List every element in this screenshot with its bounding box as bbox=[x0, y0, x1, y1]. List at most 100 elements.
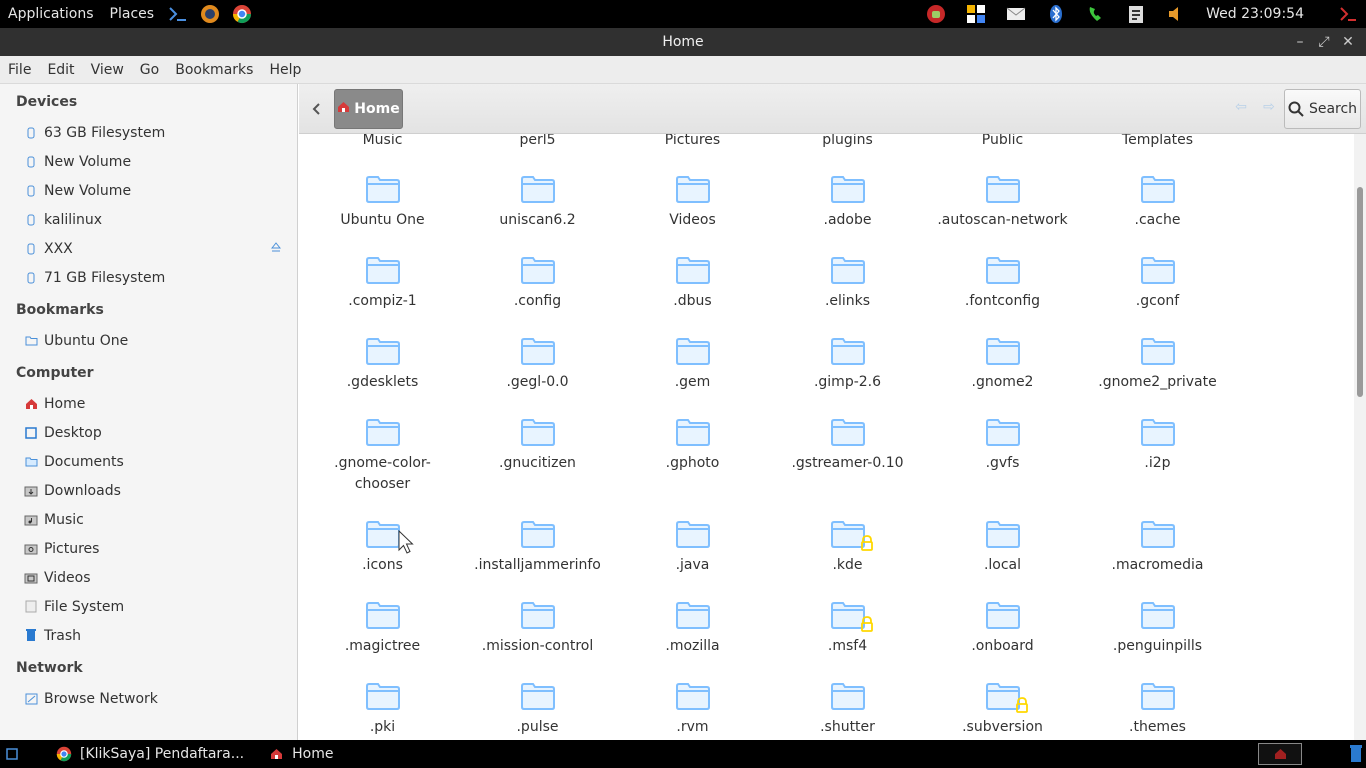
folder-item[interactable]: .onboard bbox=[925, 600, 1080, 657]
trash-applet-icon[interactable] bbox=[1350, 745, 1362, 767]
folder-item[interactable]: .mission-control bbox=[460, 600, 615, 657]
folder-item[interactable]: .local bbox=[925, 519, 1080, 576]
minimize-button[interactable]: – bbox=[1288, 28, 1312, 56]
sidebar-item-file-system[interactable]: File System bbox=[0, 592, 297, 621]
sidebar-item-videos[interactable]: Videos bbox=[0, 563, 297, 592]
folder-item[interactable]: .gegl-0.0 bbox=[460, 336, 615, 393]
sidebar-item-kalilinux[interactable]: kalilinux bbox=[0, 205, 297, 234]
window-titlebar[interactable]: Home – ⤢ ✕ bbox=[0, 28, 1366, 56]
folder-item[interactable]: .gstreamer-0.10 bbox=[770, 417, 925, 474]
folder-item[interactable]: .gnome-color-chooser bbox=[305, 417, 460, 495]
folder-label[interactable]: plugins bbox=[770, 134, 925, 148]
menu-help[interactable]: Help bbox=[261, 62, 309, 78]
maximize-button[interactable]: ⤢ bbox=[1312, 28, 1336, 56]
folder-item[interactable]: .magictree bbox=[305, 600, 460, 657]
folder-item[interactable]: .gimp-2.6 bbox=[770, 336, 925, 393]
sidebar-item-63gb-filesystem[interactable]: 63 GB Filesystem bbox=[0, 118, 297, 147]
folder-item[interactable]: .rvm bbox=[615, 681, 770, 738]
folder-item[interactable]: .i2p bbox=[1080, 417, 1235, 474]
file-view[interactable]: Music perl5 Pictures plugins Public Templates… bbox=[299, 134, 1354, 740]
folder-item[interactable]: .installjammerinfo bbox=[460, 519, 615, 576]
folder-item[interactable]: .gnome2_private bbox=[1080, 336, 1235, 393]
folder-item[interactable]: .shutter bbox=[770, 681, 925, 738]
folder-item[interactable]: .gphoto bbox=[615, 417, 770, 474]
folder-item[interactable]: .gconf bbox=[1080, 255, 1235, 312]
folder-item[interactable]: .autoscan-network bbox=[925, 174, 1080, 231]
menu-bookmarks[interactable]: Bookmarks bbox=[167, 62, 261, 78]
folder-item[interactable]: .java bbox=[615, 519, 770, 576]
places-menu[interactable]: Places bbox=[102, 6, 163, 22]
arrow-right-icon[interactable]: ⇨ bbox=[1255, 99, 1283, 115]
terminal-launcher-icon[interactable] bbox=[167, 3, 189, 25]
clipboard-icon[interactable] bbox=[1124, 3, 1148, 25]
folder-item[interactable]: .gnome2 bbox=[925, 336, 1080, 393]
path-bar-home[interactable]: Home bbox=[334, 89, 403, 129]
menu-go[interactable]: Go bbox=[132, 62, 167, 78]
folder-item[interactable]: .msf4 bbox=[770, 600, 925, 657]
mail-icon[interactable] bbox=[1004, 3, 1028, 25]
sidebar-item-home[interactable]: Home bbox=[0, 389, 297, 418]
phone-icon[interactable] bbox=[1084, 3, 1108, 25]
menu-view[interactable]: View bbox=[83, 62, 132, 78]
folder-item[interactable]: .dbus bbox=[615, 255, 770, 312]
task-home-window[interactable]: Home bbox=[260, 740, 341, 768]
folder-item[interactable]: .kde bbox=[770, 519, 925, 576]
folder-item[interactable]: .mozilla bbox=[615, 600, 770, 657]
folder-item[interactable]: .gvfs bbox=[925, 417, 1080, 474]
terminal-tray-icon[interactable] bbox=[1336, 3, 1360, 25]
firefox-launcher-icon[interactable] bbox=[199, 3, 221, 25]
folder-label[interactable]: Pictures bbox=[615, 134, 770, 148]
task-chrome-window[interactable]: [KlikSaya] Pendaftara... bbox=[48, 740, 252, 768]
folder-item[interactable]: .pki bbox=[305, 681, 460, 738]
sidebar-item-new-volume[interactable]: New Volume bbox=[0, 147, 297, 176]
sidebar-item-music[interactable]: Music bbox=[0, 505, 297, 534]
eject-icon[interactable] bbox=[270, 242, 282, 258]
workspace-switcher[interactable] bbox=[1258, 743, 1302, 765]
menu-file[interactable]: File bbox=[0, 62, 39, 78]
folder-item[interactable]: .compiz-1 bbox=[305, 255, 460, 312]
folder-item[interactable]: .subversion bbox=[925, 681, 1080, 738]
sidebar-item-browse-network[interactable]: Browse Network bbox=[0, 684, 297, 713]
folder-item[interactable]: .elinks bbox=[770, 255, 925, 312]
sidebar-item-desktop[interactable]: Desktop bbox=[0, 418, 297, 447]
sidebar-item-trash[interactable]: Trash bbox=[0, 621, 297, 650]
applications-menu[interactable]: Applications bbox=[0, 6, 102, 22]
folder-item[interactable]: .penguinpills bbox=[1080, 600, 1235, 657]
sidebar-item-documents[interactable]: Documents bbox=[0, 447, 297, 476]
folder-item[interactable]: Videos bbox=[615, 174, 770, 231]
clock[interactable]: Wed 23:09:54 bbox=[1206, 6, 1304, 22]
folder-item[interactable]: uniscan6.2 bbox=[460, 174, 615, 231]
sidebar-item-ubuntu-one[interactable]: Ubuntu One bbox=[0, 326, 297, 355]
close-button[interactable]: ✕ bbox=[1336, 28, 1360, 56]
folder-label[interactable]: perl5 bbox=[460, 134, 615, 148]
folder-item[interactable]: .adobe bbox=[770, 174, 925, 231]
show-desktop-button[interactable] bbox=[0, 740, 26, 768]
chrome-launcher-icon[interactable] bbox=[231, 3, 253, 25]
volume-icon[interactable] bbox=[1164, 3, 1188, 25]
folder-item[interactable]: .pulse bbox=[460, 681, 615, 738]
sidebar-item-xxx[interactable]: XXX bbox=[0, 234, 297, 263]
folder-item[interactable]: .fontconfig bbox=[925, 255, 1080, 312]
search-button[interactable]: Search bbox=[1284, 89, 1361, 129]
sidebar-item-downloads[interactable]: Downloads bbox=[0, 476, 297, 505]
android-tray-icon[interactable] bbox=[924, 3, 948, 25]
sidebar-item-new-volume-2[interactable]: New Volume bbox=[0, 176, 297, 205]
folder-item[interactable]: Ubuntu One bbox=[305, 174, 460, 231]
folder-item[interactable]: .icons bbox=[305, 519, 460, 576]
vertical-scrollbar[interactable] bbox=[1354, 134, 1366, 740]
folder-item[interactable]: .cache bbox=[1080, 174, 1235, 231]
folder-item[interactable]: .macromedia bbox=[1080, 519, 1235, 576]
workspace-grid-icon[interactable] bbox=[964, 3, 988, 25]
folder-item[interactable]: .config bbox=[460, 255, 615, 312]
folder-item[interactable]: .gem bbox=[615, 336, 770, 393]
sidebar-item-pictures[interactable]: Pictures bbox=[0, 534, 297, 563]
scrollbar-thumb[interactable] bbox=[1357, 187, 1363, 397]
sidebar-item-71gb-filesystem[interactable]: 71 GB Filesystem bbox=[0, 263, 297, 292]
back-button[interactable] bbox=[305, 94, 327, 124]
folder-item[interactable]: .themes bbox=[1080, 681, 1235, 738]
folder-label[interactable]: Public bbox=[925, 134, 1080, 148]
folder-item[interactable]: .gdesklets bbox=[305, 336, 460, 393]
arrow-left-icon[interactable]: ⇦ bbox=[1227, 99, 1255, 115]
bluetooth-icon[interactable] bbox=[1044, 3, 1068, 25]
menu-edit[interactable]: Edit bbox=[39, 62, 82, 78]
